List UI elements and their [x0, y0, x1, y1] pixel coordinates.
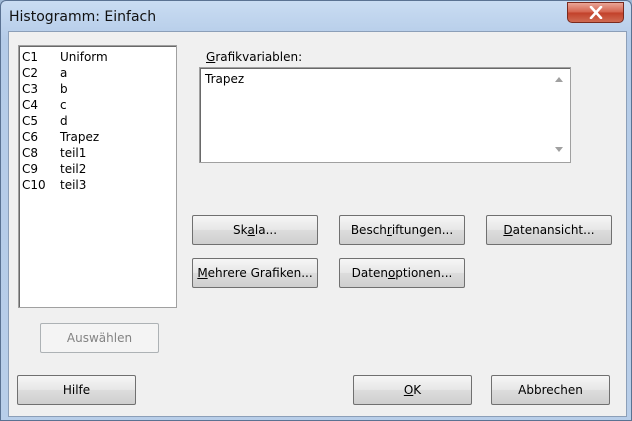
access-key: D — [503, 223, 513, 237]
column-id: C8 — [22, 146, 39, 160]
access-key: O — [403, 383, 414, 397]
column-id: C5 — [22, 114, 39, 128]
dialog-body: C1 Uniform C2 a C3 b C4 c C5 d C6 Trapez C8 tei… — [8, 31, 627, 417]
column-id: C3 — [22, 82, 39, 96]
access-key: G — [206, 50, 216, 64]
multiple-graphs-label-post: ehrere Grafiken... — [207, 266, 313, 280]
list-item[interactable]: C9 teil2 — [22, 161, 176, 177]
list-item[interactable]: C3 b — [22, 81, 176, 97]
column-id: C10 — [22, 178, 46, 192]
labels-label-post: iftungen... — [391, 223, 454, 237]
select-button[interactable]: Auswählen — [40, 323, 159, 353]
list-item[interactable]: C4 c — [22, 97, 176, 113]
column-id: C9 — [22, 162, 39, 176]
access-key: a — [247, 223, 255, 237]
column-name: b — [60, 82, 68, 96]
list-item[interactable]: C2 a — [22, 65, 176, 81]
list-item[interactable]: C10 teil3 — [22, 177, 176, 193]
column-id: C1 — [22, 50, 39, 64]
column-name: Uniform — [60, 50, 108, 64]
scale-label-pre: Sk — [232, 223, 248, 237]
data-options-label-pre: Daten — [351, 266, 388, 280]
graph-variables-field[interactable]: Trapez — [199, 67, 571, 163]
ok-button[interactable]: OK — [353, 375, 472, 405]
close-button[interactable] — [567, 2, 624, 23]
window-title: Histogramm: Einfach — [9, 9, 157, 25]
column-id: C2 — [22, 66, 39, 80]
ok-label-post: K — [413, 383, 422, 397]
column-name: Trapez — [60, 130, 100, 144]
column-name: teil2 — [60, 162, 87, 176]
column-id: C6 — [22, 130, 39, 144]
help-button[interactable]: Hilfe — [17, 375, 136, 405]
scale-label-post: la... — [254, 223, 278, 237]
column-list[interactable]: C1 Uniform C2 a C3 b C4 c C5 d C6 Trapez C8 tei… — [18, 45, 177, 308]
label-text: rafikvariablen: — [215, 50, 303, 64]
list-item[interactable]: C8 teil1 — [22, 145, 176, 161]
cancel-button[interactable]: Abbrechen — [491, 375, 610, 405]
column-name: a — [60, 66, 68, 80]
data-options-label-post: ptionen... — [395, 266, 453, 280]
data-options-button[interactable]: Daten o ptionen... — [339, 258, 465, 288]
list-item[interactable]: C5 d — [22, 113, 176, 129]
column-name: d — [60, 114, 68, 128]
column-name: c — [60, 98, 67, 112]
list-item[interactable]: C1 Uniform — [22, 49, 176, 65]
labels-label-pre: Besch — [350, 223, 387, 237]
access-key: o — [387, 266, 396, 280]
close-icon — [589, 6, 603, 19]
access-key: M — [197, 266, 208, 280]
column-id: C4 — [22, 98, 39, 112]
scale-button[interactable]: Sk a la... — [192, 215, 318, 245]
list-item[interactable]: C6 Trapez — [22, 129, 176, 145]
scroll-up-arrow-icon[interactable] — [555, 77, 563, 82]
data-view-label-post: atenansicht... — [512, 223, 595, 237]
column-name: teil3 — [60, 178, 87, 192]
labels-button[interactable]: Besch r iftungen... — [339, 215, 465, 245]
multiple-graphs-button[interactable]: Mehrere Grafiken... — [192, 258, 318, 288]
graph-variables-label: Grafikvariablen: — [206, 50, 302, 64]
vertical-scrollbar[interactable] — [551, 70, 568, 160]
data-view-button[interactable]: Datenansicht... — [486, 215, 612, 245]
scroll-down-arrow-icon[interactable] — [555, 147, 563, 152]
column-name: teil1 — [60, 146, 87, 160]
dialog-window: Histogramm: Einfach C1 Uniform C2 a C3 b C4… — [0, 0, 632, 421]
graph-variables-value: Trapez — [205, 72, 245, 86]
